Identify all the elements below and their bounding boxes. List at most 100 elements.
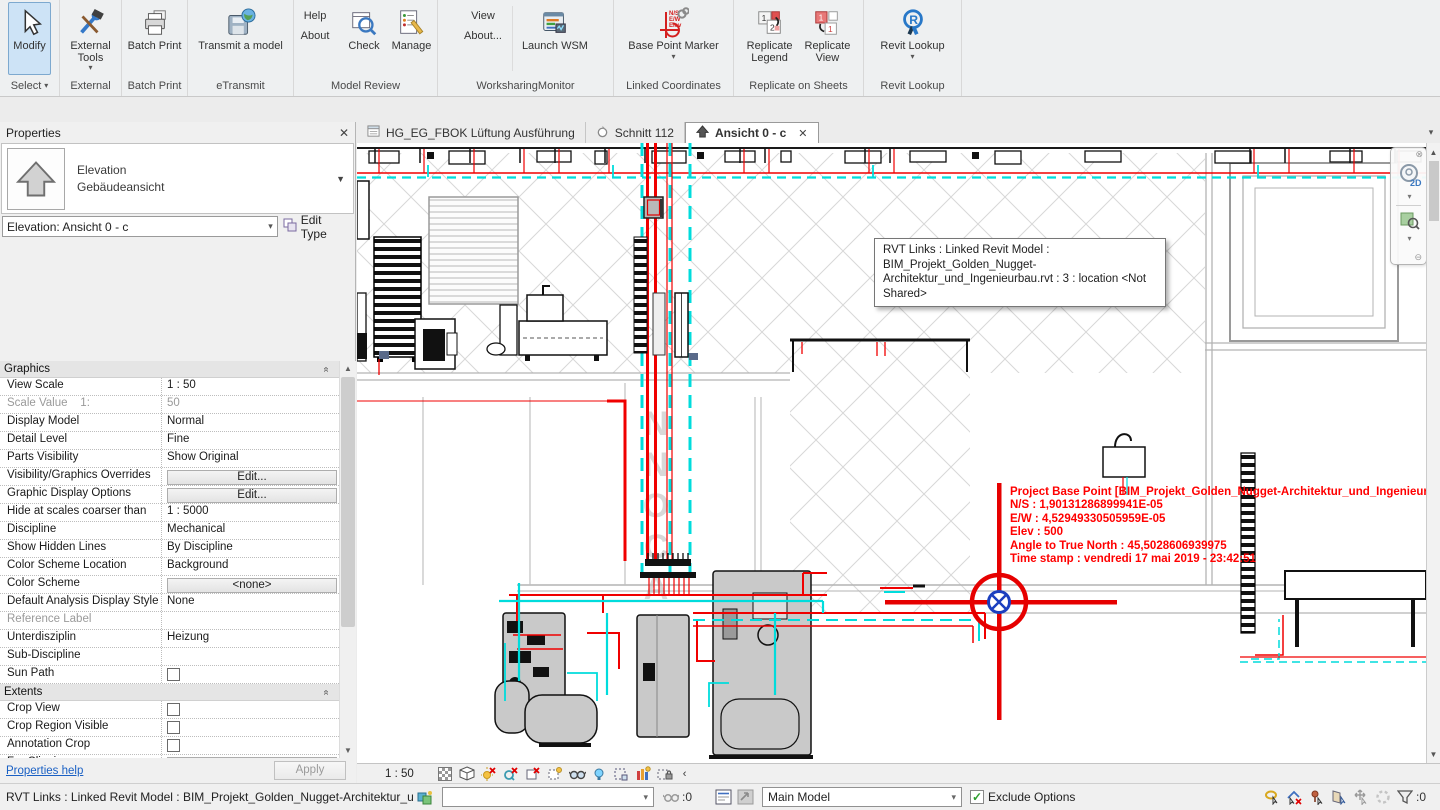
visual-style-icon[interactable] [459,765,476,782]
svg-text:2D: 2D [1410,178,1422,188]
tab-sheet[interactable]: HG_EG_FBOK Lüftung Ausführung [357,122,586,143]
property-value[interactable]: Mechanical [162,522,339,539]
modify-button[interactable]: Modify [8,2,50,75]
type-selector-caret-icon[interactable]: ▼ [336,174,345,184]
steering-wheel-button[interactable]: 2D [1391,162,1426,188]
edit-visibility-button[interactable]: Edit... [167,470,337,485]
select-underlay-icon[interactable] [1286,788,1304,806]
sun-path-checkbox[interactable] [167,668,180,681]
drawing-canvas[interactable]: NNOCAD [357,143,1426,763]
property-value[interactable]: By Discipline [162,540,339,557]
base-point-marker-button[interactable]: N/SE/WElev Base Point Marker ▾ [623,2,723,75]
displaced-elements-icon[interactable] [635,765,652,782]
navbar-close-icon[interactable]: ⊗ [1415,149,1423,160]
external-tools-button[interactable]: External Tools ▾ [65,2,115,75]
selection-filter-icon[interactable] [1396,788,1414,806]
viewbar-collapse-icon[interactable]: ‹ [683,768,687,780]
replicate-legend-button[interactable]: 12 Replicate Legend [742,2,798,75]
annotation-crop-checkbox[interactable] [167,739,180,752]
select-by-face-icon[interactable] [1330,788,1348,806]
property-value[interactable]: Normal [162,414,339,431]
sun-path-icon[interactable] [481,765,498,782]
select-pinned-icon[interactable] [1308,788,1326,806]
type-selector[interactable]: Elevation Gebäudeansicht ▼ [1,143,354,214]
scroll-down-icon[interactable]: ▼ [1427,747,1440,761]
replicate-view-button[interactable]: 11 Replicate View [800,2,856,75]
crop-view-icon[interactable] [525,765,542,782]
zoom-menu-caret-icon[interactable]: ▾ [1391,234,1426,243]
ribbon-group-model-review: Model Review [294,75,437,96]
canvas-scrollbar[interactable]: ▲ ▼ [1426,143,1440,763]
elevation-type-icon [7,148,65,210]
editable-glasses-icon[interactable] [662,788,680,806]
view-scale-button[interactable]: 1 : 50 [385,768,414,780]
property-value[interactable]: None [162,594,339,611]
instance-selector-combo[interactable]: Elevation: Ansicht 0 - c ▾ [2,216,278,237]
properties-scrollbar[interactable]: ▲ ▼ [339,361,356,758]
analytical-model-icon[interactable] [613,765,630,782]
worksets-dialog-icon[interactable] [714,788,732,806]
crop-view-checkbox[interactable] [167,703,180,716]
section-extents[interactable]: Extents« [0,684,339,701]
exclude-options-checkbox[interactable]: ✓ [970,790,984,804]
close-properties-icon[interactable]: ✕ [339,126,349,140]
properties-help-link[interactable]: Properties help [6,765,83,777]
svg-text:1: 1 [828,24,833,34]
apply-button[interactable]: Apply [274,761,346,780]
view-button[interactable]: View [464,10,502,22]
status-search-combo[interactable]: ▾ [442,787,654,807]
edit-type-button[interactable]: Edit Type [278,216,355,237]
property-row: Default Analysis Display StyleNone [0,594,339,612]
batch-print-button[interactable]: Batch Print [123,2,187,75]
property-value[interactable]: 1 : 5000 [162,504,339,521]
temporary-hide-glasses-icon[interactable] [569,765,586,782]
manage-button[interactable]: Manage [387,2,437,75]
navbar-minimize-icon[interactable]: ⊖ [1414,252,1422,263]
status-bar: RVT Links : Linked Revit Model : BIM_Pro… [0,783,1440,810]
scrollbar-thumb[interactable] [341,377,355,627]
launch-wsm-button[interactable]: Launch WSM [517,2,593,75]
revit-lookup-button[interactable]: R Revit Lookup ▾ [875,2,949,75]
property-value[interactable]: Background [162,558,339,575]
zoom-button[interactable] [1391,210,1426,230]
about-ellipsis-button[interactable]: About... [464,30,502,42]
property-value[interactable]: 1 : 50 [162,378,339,395]
reveal-hidden-icon[interactable] [591,765,608,782]
cursor-icon [15,6,45,40]
property-value[interactable]: Fine [162,432,339,449]
manage-list-icon [396,6,426,40]
ribbon-group-etransmit: eTransmit [188,75,293,96]
about-button[interactable]: About [301,30,330,42]
property-value[interactable]: Heizung [162,630,339,647]
property-value[interactable] [162,648,339,665]
help-button[interactable]: Help [301,10,330,22]
drag-on-selection-icon[interactable] [1352,788,1370,806]
constraints-lock-icon[interactable] [657,765,674,782]
active-workset-combo[interactable]: Main Model ▾ [762,787,962,807]
scroll-down-icon[interactable]: ▼ [340,743,356,758]
transmit-model-button[interactable]: Transmit a model [193,2,288,75]
crop-region-visible-checkbox[interactable] [167,721,180,734]
close-tab-icon[interactable]: ✕ [798,127,807,140]
tab-section[interactable]: Schnitt 112 [586,122,685,143]
crop-region-icon[interactable] [547,765,564,782]
edit-graphic-display-button[interactable]: Edit... [167,488,337,503]
scrollbar-thumb[interactable] [1429,161,1439,221]
select-links-icon[interactable] [1264,788,1282,806]
tab-list-caret-icon[interactable]: ▾ [1422,122,1440,143]
ribbon-group-select[interactable]: Select▾ [0,75,59,96]
color-scheme-button[interactable]: <none> [167,578,337,593]
editable-only-icon[interactable] [736,788,754,806]
scroll-up-icon[interactable]: ▲ [1427,145,1440,159]
rvt-link-tooltip: RVT Links : Linked Revit Model : BIM_Pro… [874,238,1166,307]
scroll-up-icon[interactable]: ▲ [340,361,356,376]
ribbon-panel-select: Modify Select▾ [0,0,60,96]
property-value[interactable]: Show Original [162,450,339,467]
ribbon-group-replicate: Replicate on Sheets [734,75,863,96]
detail-level-icon[interactable] [437,765,454,782]
shadows-icon[interactable] [503,765,520,782]
wheel-menu-caret-icon[interactable]: ▾ [1391,192,1426,201]
check-button[interactable]: Check [343,2,384,75]
tab-elevation-active[interactable]: Ansicht 0 - c ✕ [685,122,819,143]
section-graphics[interactable]: Graphics« [0,361,339,378]
